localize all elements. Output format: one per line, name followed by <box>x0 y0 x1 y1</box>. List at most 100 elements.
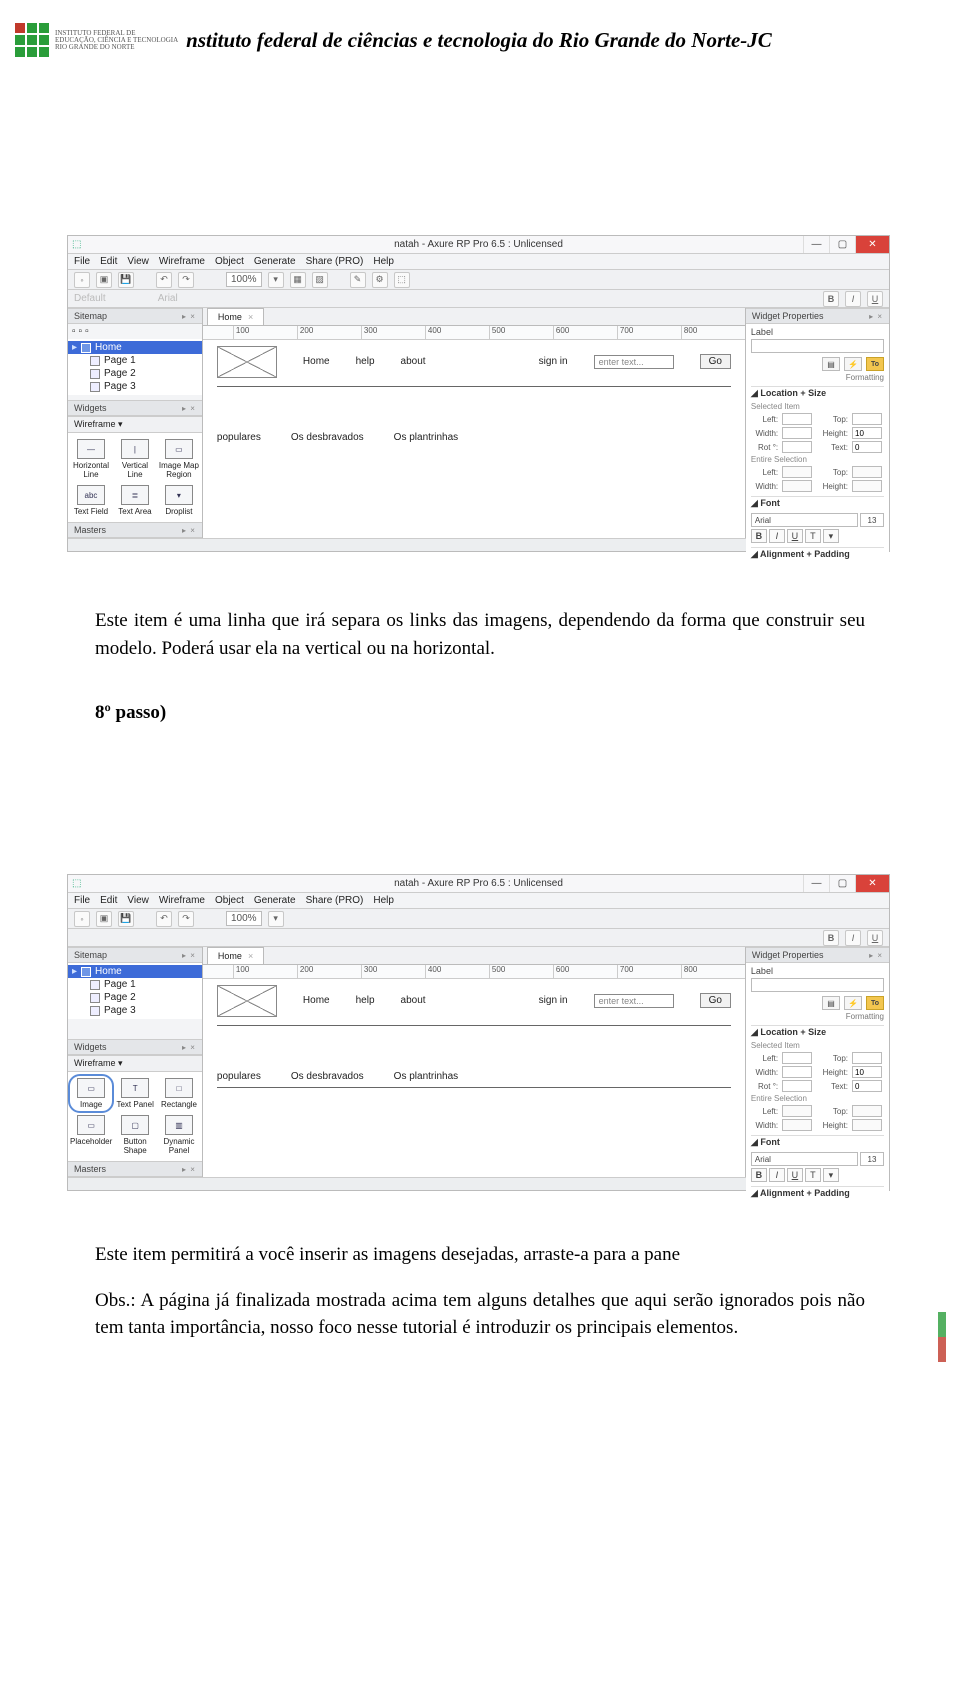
left-input[interactable] <box>782 413 812 425</box>
rot-input[interactable] <box>782 1080 812 1092</box>
sitemap-item[interactable]: Page 2 <box>68 367 202 380</box>
font-size-input[interactable]: 13 <box>860 513 884 527</box>
underline-icon[interactable]: U <box>867 930 883 946</box>
menu-generate[interactable]: Generate <box>254 895 296 906</box>
zoom-field[interactable]: 100% <box>226 911 262 926</box>
menu-edit[interactable]: Edit <box>100 256 117 267</box>
minimize-button[interactable]: — <box>803 875 829 892</box>
sitemap-item[interactable]: Page 1 <box>68 978 202 991</box>
sitemap-tool[interactable]: ▫ <box>79 326 83 337</box>
label-input[interactable] <box>751 339 884 353</box>
width-input[interactable] <box>782 1066 812 1078</box>
go-button[interactable]: Go <box>700 354 731 369</box>
wireframe-dropdown[interactable]: Wireframe ▾ <box>68 416 202 433</box>
menu-share[interactable]: Share (PRO) <box>306 895 364 906</box>
search-input[interactable]: enter text... <box>594 355 674 369</box>
widget-placeholder[interactable]: ▭Placeholder <box>70 1113 112 1157</box>
font-size-input[interactable]: 13 <box>860 1152 884 1166</box>
image-placeholder[interactable] <box>217 346 277 378</box>
left-input[interactable] <box>782 1052 812 1064</box>
prop-icon[interactable]: ⚡ <box>844 996 862 1010</box>
widget-horizontal-line[interactable]: —Horizontal Line <box>70 437 112 481</box>
sitemap-item[interactable]: Page 3 <box>68 1004 202 1017</box>
dropdown-icon[interactable]: ▾ <box>823 529 839 543</box>
locsize-header[interactable]: ◢ Location + Size <box>751 1025 884 1039</box>
section-link[interactable]: populares <box>217 1071 261 1082</box>
bold-icon[interactable]: B <box>823 291 839 307</box>
widget-text-area[interactable]: ≣Text Area <box>114 483 156 518</box>
color-icon[interactable]: T <box>805 1168 821 1182</box>
tab-close-icon[interactable]: × <box>248 312 253 322</box>
font-header[interactable]: ◢ Font <box>751 496 884 510</box>
zoom-field[interactable]: 100% <box>226 272 262 287</box>
sitemap-item[interactable]: Page 3 <box>68 380 202 393</box>
minimize-button[interactable]: — <box>803 236 829 253</box>
locsize-header[interactable]: ◢ Location + Size <box>751 386 884 400</box>
width-input[interactable] <box>782 427 812 439</box>
tool-btn[interactable]: ◦ <box>74 272 90 288</box>
dropdown-icon[interactable]: ▾ <box>823 1168 839 1182</box>
redo-icon[interactable]: ↷ <box>178 911 194 927</box>
textrot-input[interactable] <box>852 1080 882 1092</box>
maximize-button[interactable]: ▢ <box>829 236 855 253</box>
canvas[interactable]: Home help about sign in enter text... Go… <box>203 340 745 538</box>
tab-home[interactable]: Home× <box>207 947 264 964</box>
nav-help[interactable]: help <box>356 995 375 1006</box>
nav-about[interactable]: about <box>401 356 426 367</box>
save-icon[interactable]: 💾 <box>118 272 134 288</box>
tool-btn[interactable]: ⚙ <box>372 272 388 288</box>
alignment-header[interactable]: ◢ Alignment + Padding <box>751 547 884 561</box>
go-button[interactable]: Go <box>700 993 731 1008</box>
textrot-input[interactable] <box>852 441 882 453</box>
menu-object[interactable]: Object <box>215 895 244 906</box>
bold-icon[interactable]: B <box>751 529 767 543</box>
wireframe-dropdown[interactable]: Wireframe ▾ <box>68 1055 202 1072</box>
search-input[interactable]: enter text... <box>594 994 674 1008</box>
zoom-dropdown-icon[interactable]: ▾ <box>268 272 284 288</box>
font-header[interactable]: ◢ Font <box>751 1135 884 1149</box>
save-icon[interactable]: 💾 <box>118 911 134 927</box>
tab-home[interactable]: Home× <box>207 308 264 325</box>
nav-about[interactable]: about <box>401 995 426 1006</box>
tool-btn[interactable]: ▣ <box>96 272 112 288</box>
menu-object[interactable]: Object <box>215 256 244 267</box>
section-link[interactable]: Os plantrinhas <box>394 432 458 443</box>
menu-help[interactable]: Help <box>373 895 394 906</box>
canvas[interactable]: Home help about sign in enter text... Go… <box>203 979 745 1177</box>
prop-icon[interactable]: ▤ <box>822 357 840 371</box>
tool-btn[interactable]: ▨ <box>312 272 328 288</box>
height-input[interactable] <box>852 1066 882 1078</box>
section-link[interactable]: Os desbravados <box>291 1071 364 1082</box>
prop-to-button[interactable]: To <box>866 357 884 371</box>
menu-view[interactable]: View <box>127 895 149 906</box>
widget-text-panel[interactable]: TText Panel <box>114 1076 156 1111</box>
alignment-header[interactable]: ◢ Alignment + Padding <box>751 1186 884 1200</box>
menu-share[interactable]: Share (PRO) <box>306 256 364 267</box>
menu-file[interactable]: File <box>74 895 90 906</box>
italic-icon[interactable]: I <box>769 1168 785 1182</box>
undo-icon[interactable]: ↶ <box>156 911 172 927</box>
menu-help[interactable]: Help <box>373 256 394 267</box>
sitemap-item[interactable]: Page 1 <box>68 354 202 367</box>
redo-icon[interactable]: ↷ <box>178 272 194 288</box>
menu-generate[interactable]: Generate <box>254 256 296 267</box>
menu-view[interactable]: View <box>127 256 149 267</box>
sitemap-item[interactable]: Page 2 <box>68 991 202 1004</box>
undo-icon[interactable]: ↶ <box>156 272 172 288</box>
height-input[interactable] <box>852 427 882 439</box>
widget-image-map[interactable]: ▭Image Map Region <box>158 437 200 481</box>
nav-help[interactable]: help <box>356 356 375 367</box>
bold-icon[interactable]: B <box>823 930 839 946</box>
widget-droplist[interactable]: ▾Droplist <box>158 483 200 518</box>
font-select[interactable]: Arial <box>751 513 858 527</box>
prop-to-button[interactable]: To <box>866 996 884 1010</box>
section-link[interactable]: Os desbravados <box>291 432 364 443</box>
widget-dynamic-panel[interactable]: ▥Dynamic Panel <box>158 1113 200 1157</box>
close-button[interactable]: ✕ <box>855 875 889 892</box>
section-link[interactable]: Os plantrinhas <box>394 1071 458 1082</box>
maximize-button[interactable]: ▢ <box>829 875 855 892</box>
zoom-dropdown-icon[interactable]: ▾ <box>268 911 284 927</box>
widget-rectangle[interactable]: □Rectangle <box>158 1076 200 1111</box>
tool-btn[interactable]: ⬚ <box>394 272 410 288</box>
nav-signin[interactable]: sign in <box>539 995 568 1006</box>
